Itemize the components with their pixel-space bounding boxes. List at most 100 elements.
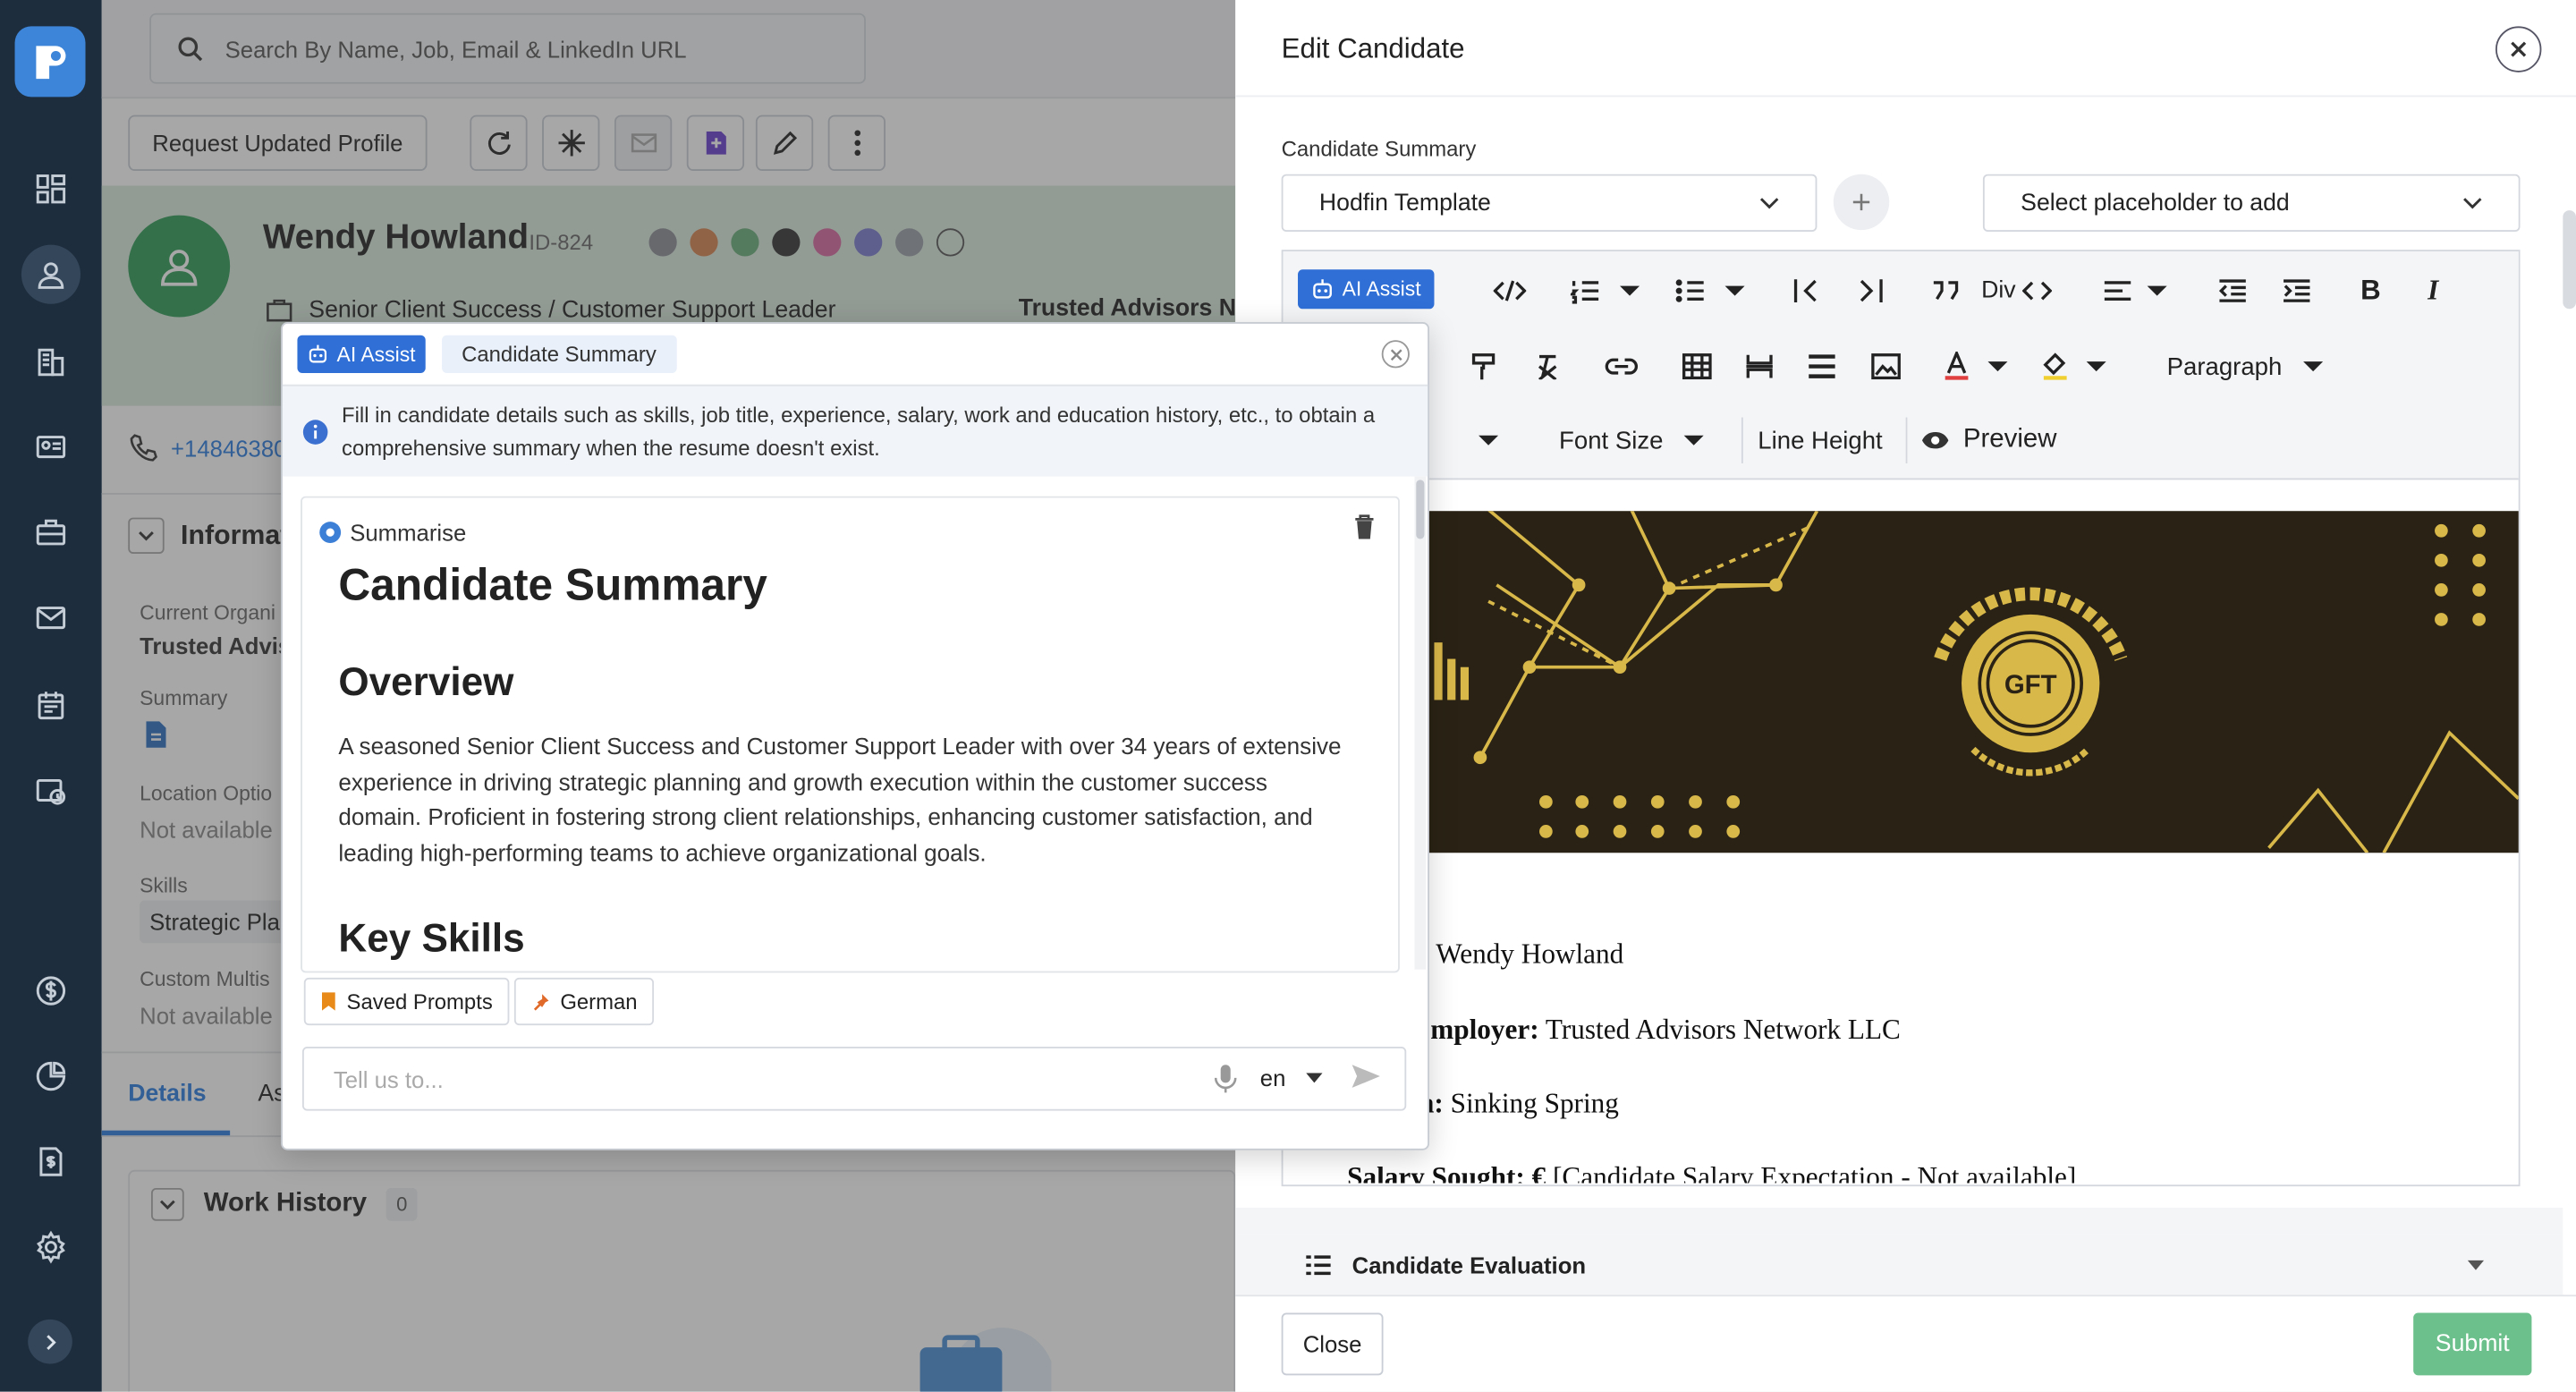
- ai-info-text: Fill in candidate details such as skills…: [342, 402, 1376, 461]
- submit-button[interactable]: Submit: [2413, 1312, 2532, 1376]
- indent-icon[interactable]: [2277, 271, 2317, 310]
- result-heading: Candidate Summary: [338, 560, 767, 610]
- align-first-icon[interactable]: [1787, 271, 1826, 310]
- highlight-color-icon[interactable]: [2036, 347, 2075, 386]
- robot-icon: [1313, 279, 1332, 299]
- ordered-list-dropdown-icon[interactable]: [1616, 271, 1642, 310]
- quote-icon[interactable]: [1926, 271, 1965, 310]
- calendar-icon[interactable]: [21, 675, 80, 734]
- italic-icon[interactable]: I: [2415, 271, 2451, 310]
- font-family-dropdown-icon[interactable]: [1475, 420, 1501, 460]
- expand-sidebar-button[interactable]: [28, 1319, 72, 1364]
- dashboard-icon[interactable]: [21, 159, 80, 218]
- ai-result-card: Summarise Candidate Summary Overview A s…: [301, 496, 1400, 973]
- svg-text:GFT: GFT: [2004, 670, 2057, 700]
- outdent-icon[interactable]: [2213, 271, 2252, 310]
- panel-scrollbar[interactable]: [2563, 210, 2576, 310]
- info-icon: [302, 420, 328, 445]
- bullet-list-icon[interactable]: [1671, 271, 1710, 310]
- line-height-button[interactable]: Line Height: [1758, 420, 1882, 460]
- ai-tab-candidate-summary[interactable]: Candidate Summary: [442, 335, 676, 373]
- list-icon: [1306, 1254, 1331, 1275]
- send-icon[interactable]: [1351, 1063, 1382, 1089]
- panel-gap: [1235, 1207, 2563, 1235]
- chevron-down-icon: [2463, 197, 2482, 208]
- close-icon: [1389, 348, 1402, 361]
- ai-scrollbar[interactable]: [1414, 476, 1427, 970]
- settings-icon[interactable]: [21, 1218, 80, 1277]
- banner-network-graphic: GFT: [1434, 511, 2519, 853]
- format-painter-icon[interactable]: [1464, 347, 1504, 386]
- template-banner: GFT: [1283, 511, 2519, 853]
- align-dropdown-icon[interactable]: [2144, 271, 2170, 310]
- saved-prompts-chip[interactable]: Saved Prompts: [303, 977, 510, 1026]
- candidates-icon[interactable]: [21, 244, 80, 304]
- reports-icon[interactable]: [21, 1047, 80, 1106]
- jobs-icon[interactable]: [21, 503, 80, 562]
- table-icon[interactable]: [1677, 347, 1716, 386]
- billing-icon[interactable]: [21, 961, 80, 1020]
- link-icon[interactable]: [1602, 347, 1641, 386]
- microphone-icon[interactable]: [1214, 1063, 1237, 1094]
- panel-close-button[interactable]: [2495, 26, 2542, 72]
- add-template-button[interactable]: [1833, 174, 1890, 231]
- paragraph-select[interactable]: Paragraph: [2167, 347, 2325, 386]
- ai-assist-button[interactable]: AI Assist: [1298, 269, 1435, 310]
- text-color-dropdown-icon[interactable]: [1985, 347, 2011, 386]
- tasks-icon[interactable]: [21, 760, 80, 819]
- panel-title: Edit Candidate: [1281, 32, 1465, 64]
- prompt-input[interactable]: Tell us to...: [334, 1066, 444, 1092]
- pin-icon: [533, 993, 549, 1010]
- app-logo[interactable]: [14, 26, 86, 98]
- image-icon[interactable]: [1867, 347, 1906, 386]
- key-skills-heading: Key Skills: [338, 916, 525, 962]
- delete-result-button[interactable]: [1353, 514, 1375, 540]
- highlight-dropdown-icon[interactable]: [2083, 347, 2109, 386]
- bold-icon[interactable]: B: [2352, 271, 2388, 310]
- doc-name: Wendy Howland: [1436, 938, 1624, 970]
- placeholder-select[interactable]: Select placeholder to add: [1982, 174, 2521, 232]
- language-select[interactable]: en: [1260, 1065, 1322, 1091]
- chevron-right-icon: [46, 1334, 55, 1350]
- div-format-button[interactable]: Div: [1981, 271, 2052, 310]
- close-icon: [2511, 41, 2527, 57]
- language-prompt-chip[interactable]: German: [513, 977, 654, 1026]
- invoice-icon[interactable]: [21, 1133, 80, 1192]
- summary-label: Candidate Summary: [1281, 136, 1477, 161]
- close-button[interactable]: Close: [1281, 1312, 1384, 1376]
- ai-scrollbar-thumb[interactable]: [1416, 480, 1425, 539]
- chevron-down-icon: [1684, 435, 1705, 446]
- align-last-icon[interactable]: [1850, 271, 1889, 310]
- preview-button[interactable]: Preview: [1920, 420, 2056, 460]
- chevron-down-icon: [1305, 1073, 1322, 1083]
- chevron-down-icon: [2467, 1259, 2485, 1269]
- companies-icon[interactable]: [21, 332, 80, 391]
- overview-text: A seasoned Senior Client Success and Cus…: [338, 734, 1342, 867]
- doc-employer: nt Employer: Trusted Advisors Network LL…: [1379, 1014, 1901, 1046]
- contacts-icon[interactable]: [21, 418, 80, 477]
- page-break-icon[interactable]: [1740, 347, 1779, 386]
- bookmark-icon: [321, 992, 335, 1011]
- chevron-down-icon: [1759, 197, 1779, 208]
- mail-icon[interactable]: [21, 589, 80, 648]
- chevron-down-icon: [2303, 361, 2324, 372]
- panel-footer: [1235, 1294, 2576, 1392]
- prompt-input-box: [301, 1046, 1407, 1111]
- eye-icon: [1921, 432, 1949, 449]
- sidebar: [0, 0, 102, 1392]
- template-select[interactable]: Hodfin Template: [1281, 174, 1818, 232]
- doc-location: on: Sinking Spring: [1404, 1087, 1619, 1119]
- horizontal-rule-icon[interactable]: [1802, 347, 1842, 386]
- text-color-icon[interactable]: [1937, 347, 1977, 386]
- gear-badge-icon: [319, 522, 342, 544]
- candidate-evaluation-section[interactable]: Candidate Evaluation: [1235, 1234, 2563, 1295]
- robot-icon: [309, 344, 327, 363]
- ai-badge: AI Assist: [297, 335, 426, 373]
- font-size-select[interactable]: Font Size: [1559, 420, 1706, 460]
- bullet-list-dropdown-icon[interactable]: [1722, 271, 1748, 310]
- align-icon[interactable]: [2098, 271, 2138, 310]
- ordered-list-icon[interactable]: [1565, 271, 1605, 310]
- code-view-icon[interactable]: [1488, 271, 1531, 310]
- ai-close-button[interactable]: [1381, 340, 1410, 369]
- clear-format-icon[interactable]: [1528, 347, 1567, 386]
